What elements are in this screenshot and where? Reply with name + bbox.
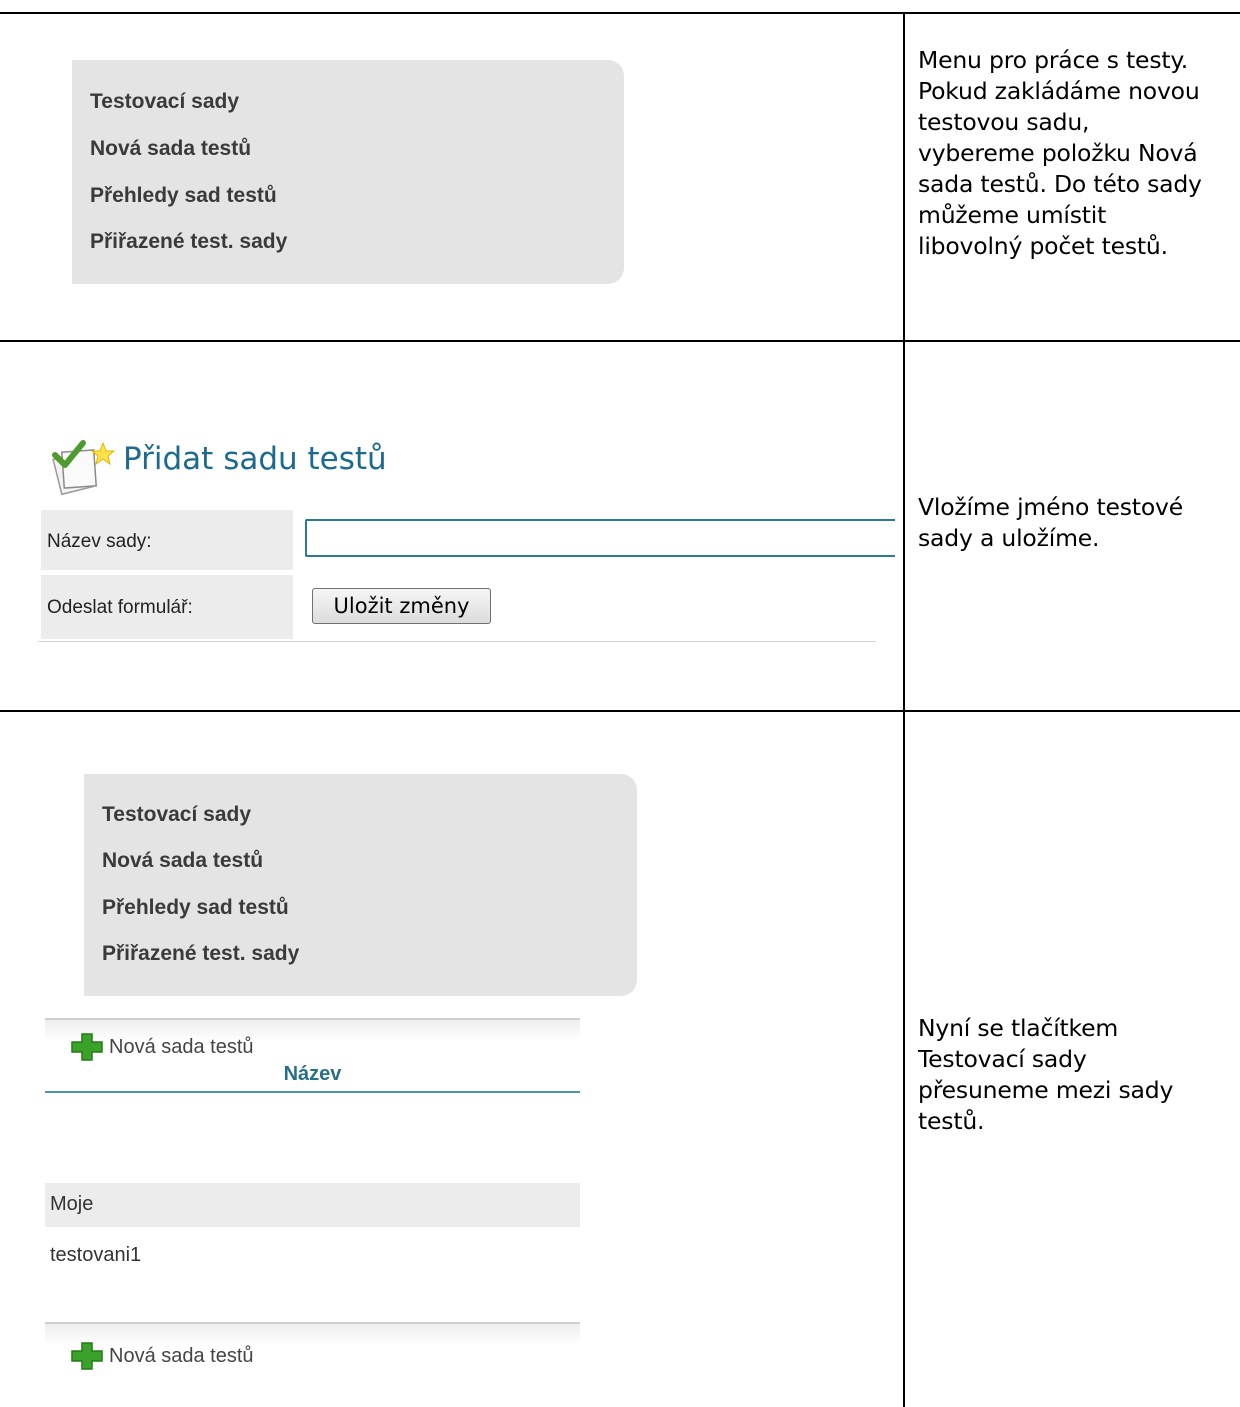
desc-line: testů. <box>918 1107 985 1135</box>
desc-line: testovou sadu, <box>918 108 1090 136</box>
menu-item-test-sets[interactable]: Testovací sady <box>102 803 251 827</box>
menu-item-test-set-overview[interactable]: Přehledy sad testů <box>90 184 277 208</box>
column-header-underline <box>45 1091 580 1093</box>
new-test-set-link-label: Nová sada testů <box>109 1035 254 1058</box>
desc-line: Testovací sady <box>918 1045 1087 1073</box>
desc-line: můžeme umístit <box>918 201 1107 229</box>
plus-icon <box>71 1033 103 1061</box>
new-test-set-link-bottom[interactable]: Nová sada testů <box>70 1341 254 1371</box>
desc-line: Pokud zakládáme novou <box>918 77 1200 105</box>
table-row-divider-2 <box>0 710 1240 712</box>
desc-line: přesuneme mezi sady <box>918 1076 1174 1104</box>
desc-line: libovolný počet testů. <box>918 232 1168 260</box>
desc-line: vybereme položku Nová <box>918 139 1198 167</box>
description-list: Nyní se tlačítkem Testovací sady přesune… <box>918 1013 1236 1137</box>
form-divider <box>38 641 876 642</box>
column-header-name[interactable]: Název <box>45 1063 580 1086</box>
new-test-set-link-label: Nová sada testů <box>109 1344 254 1367</box>
table-cell-name: testovani1 <box>50 1244 142 1266</box>
menu-item-test-set-overview[interactable]: Přehledy sad testů <box>102 896 289 920</box>
test-set-name-input[interactable] <box>305 519 895 557</box>
page-title: Přidat sadu testů <box>123 441 387 477</box>
menu-item-test-sets[interactable]: Testovací sady <box>90 90 239 114</box>
desc-line: Vložíme jméno testové <box>918 493 1183 521</box>
table-column-divider <box>903 12 905 1407</box>
tests-menu: Testovací sady Nová sada testů Přehledy … <box>72 60 624 284</box>
description-form: Vložíme jméno testové sady a uložíme. <box>918 492 1236 554</box>
desc-line: sady a uložíme. <box>918 524 1100 552</box>
menu-item-new-test-set[interactable]: Nová sada testů <box>90 137 251 161</box>
submit-label: Odeslat formulář: <box>47 597 193 618</box>
tests-menu-2: Testovací sady Nová sada testů Přehledy … <box>84 774 637 996</box>
description-menu: Menu pro práce s testy. Pokud zakládáme … <box>918 45 1236 262</box>
table-row-divider-1 <box>0 340 1240 342</box>
desc-line: Menu pro práce s testy. <box>918 46 1188 74</box>
new-test-set-link-top[interactable]: Nová sada testů <box>70 1032 254 1062</box>
add-test-set-icon <box>47 437 117 497</box>
table-border-top <box>0 12 1240 14</box>
menu-item-assigned-test-sets[interactable]: Přiřazené test. sady <box>90 230 287 254</box>
desc-line: sada testů. Do této sady <box>918 170 1202 198</box>
table-cell-name: Moje <box>50 1193 94 1215</box>
table-row[interactable]: Moje <box>45 1183 580 1227</box>
save-changes-button[interactable]: Uložit změny <box>312 588 491 624</box>
menu-item-new-test-set[interactable]: Nová sada testů <box>102 849 263 873</box>
desc-line: Nyní se tlačítkem <box>918 1014 1119 1042</box>
name-label: Název sady: <box>47 531 152 552</box>
menu-item-assigned-test-sets[interactable]: Přiřazené test. sady <box>102 942 299 966</box>
plus-icon <box>71 1342 103 1370</box>
table-row[interactable]: testovani1 <box>45 1234 580 1278</box>
